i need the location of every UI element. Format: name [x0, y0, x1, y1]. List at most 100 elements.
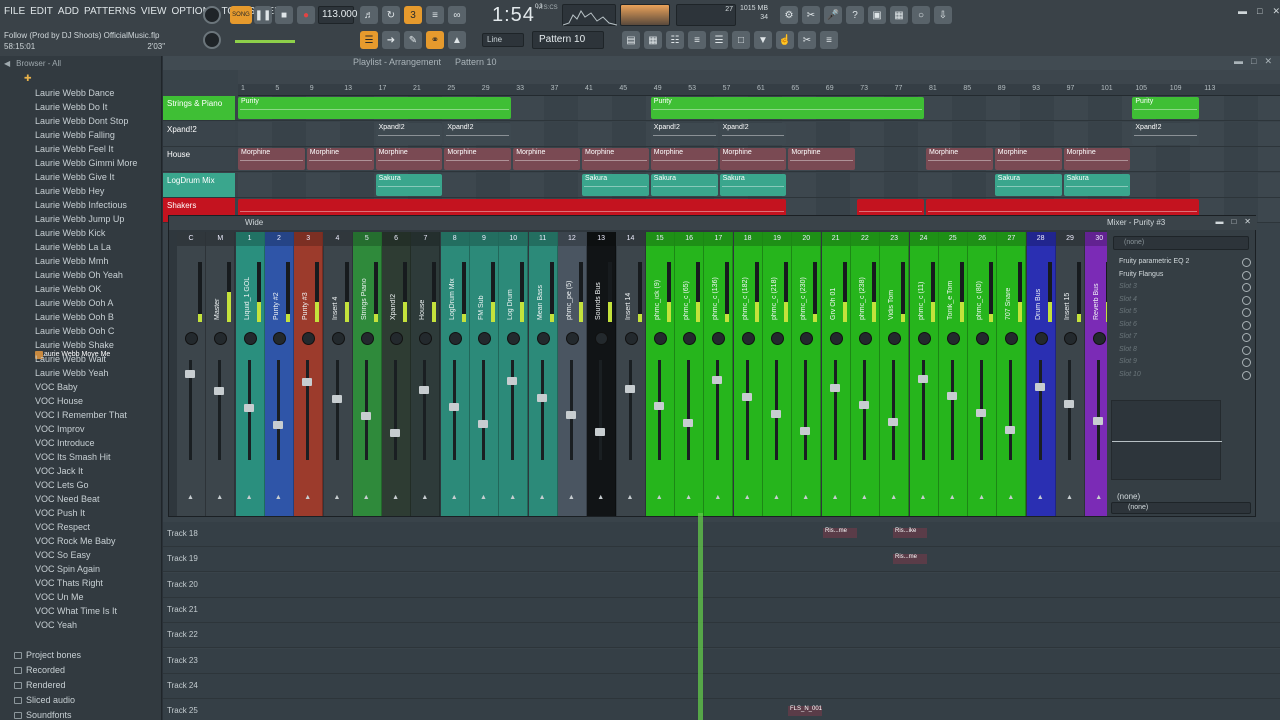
pan-knob[interactable]	[858, 332, 872, 345]
browser-item[interactable]: Laurie Webb Oh Yeah	[0, 268, 162, 282]
pan-knob[interactable]	[1005, 332, 1019, 345]
pan-knob[interactable]	[214, 332, 228, 345]
browser-item[interactable]: VOC Introduce	[0, 436, 162, 450]
route-arrow-icon[interactable]: ▲	[275, 494, 282, 501]
volume-fader[interactable]	[419, 386, 430, 394]
route-arrow-icon[interactable]: ▲	[1037, 494, 1044, 501]
volume-fader[interactable]	[771, 410, 781, 418]
volume-fader[interactable]	[536, 394, 547, 402]
browser-back-icon[interactable]: ◀	[4, 59, 10, 68]
browser-item[interactable]: VOC What Time Is It	[0, 604, 162, 618]
pattern-clip[interactable]: Xpand!2	[719, 122, 787, 145]
pattern-clip[interactable]: Sakura	[1063, 173, 1131, 196]
audio-clip[interactable]: Ris...me	[823, 528, 857, 538]
plugin-database-icon[interactable]: ▦	[890, 6, 908, 24]
route-arrow-icon[interactable]: ▲	[216, 494, 223, 501]
main-volume-knob[interactable]	[203, 6, 221, 24]
volume-fader[interactable]	[917, 375, 928, 383]
fx-slot[interactable]: Slot 10	[1107, 369, 1255, 382]
audio-clip[interactable]: Ris...ike	[893, 528, 927, 538]
track-label[interactable]: Track 24	[163, 681, 235, 690]
track-grid[interactable]: Morphine Morphine Morphine Morphine Morphine…	[238, 147, 1280, 171]
browser-item[interactable]: Laurie Webb Ooh A	[0, 296, 162, 310]
track-label[interactable]: Xpand!2	[163, 121, 235, 146]
route-arrow-icon[interactable]: ▲	[656, 494, 663, 501]
mixer-strip[interactable]: M Master ▲	[206, 232, 236, 516]
wait-input-icon[interactable]: ↻	[382, 6, 400, 24]
pattern-clip[interactable]: Morphine	[926, 148, 993, 170]
volume-fader[interactable]	[653, 402, 664, 410]
online-icon[interactable]: ⚙	[780, 6, 798, 24]
pattern-clip[interactable]: Sakura	[650, 173, 718, 196]
fx-slot[interactable]: Fruity Flangus	[1107, 269, 1255, 282]
output-select-2[interactable]: (none)	[1111, 502, 1251, 514]
browser-item[interactable]: Laurie Webb Yeah	[0, 366, 162, 380]
pattern-clip[interactable]: Morphine	[788, 148, 856, 170]
cut-tool-icon[interactable]: ✂	[798, 31, 816, 49]
pan-knob[interactable]	[536, 332, 550, 345]
browser-item[interactable]: Laurie Webb Jump Up	[0, 212, 162, 226]
piano-roll-icon[interactable]: ☷	[666, 31, 684, 49]
playhead[interactable]	[698, 513, 703, 720]
snap-select[interactable]: Line	[482, 33, 524, 47]
browser-item[interactable]: VOC Push It	[0, 506, 162, 520]
mixer-strip[interactable]: 3 Purity #3 ▲	[294, 232, 324, 516]
mixer-strip[interactable]: 29 Insert 15 ▲	[1056, 232, 1085, 516]
route-arrow-icon[interactable]: ▲	[978, 494, 985, 501]
playlist-track[interactable]: Track 20	[163, 572, 1280, 598]
volume-fader[interactable]	[712, 376, 723, 384]
output-select-1[interactable]: (none)	[1117, 492, 1140, 501]
volume-fader[interactable]	[360, 412, 371, 420]
main-pitch-knob[interactable]	[203, 31, 221, 49]
pattern-clip[interactable]: Xpand!2	[1132, 122, 1200, 145]
input-select[interactable]: (none)	[1113, 236, 1249, 250]
track-label[interactable]: Track 19	[163, 554, 235, 563]
mixer-strip[interactable]: 19 phmc_c (218) ▲	[763, 232, 792, 516]
playlist-track[interactable]: Track 19	[163, 547, 1280, 573]
route-arrow-icon[interactable]: ▲	[744, 494, 751, 501]
mixer-strip[interactable]: 17 phmc_c (136) ▲	[704, 232, 734, 516]
fx-slot[interactable]: Slot 3	[1107, 281, 1255, 294]
fx-slot[interactable]: Slot 4	[1107, 294, 1255, 307]
mixer-strip[interactable]: 6 Xpand!2 ▲	[382, 232, 412, 516]
pan-knob[interactable]	[771, 332, 784, 345]
browser-item[interactable]: Laurie Webb Dance	[0, 86, 162, 100]
volume-fader[interactable]	[858, 401, 869, 409]
menu-patterns[interactable]: PATTERNS	[84, 6, 136, 17]
route-arrow-icon[interactable]: ▲	[334, 494, 341, 501]
playlist-track[interactable]: Track 24	[163, 673, 1280, 699]
close-icon[interactable]: ✕	[1244, 217, 1251, 226]
pan-knob[interactable]	[565, 332, 579, 345]
maximize-icon[interactable]: □	[1257, 6, 1262, 17]
channel-rack-icon[interactable]: ▦	[644, 31, 662, 49]
route-arrow-icon[interactable]: ▲	[568, 494, 575, 501]
menu-add[interactable]: ADD	[58, 6, 79, 17]
pattern-clip[interactable]: Morphine	[375, 148, 443, 170]
chat-icon[interactable]: ○	[912, 6, 930, 24]
route-arrow-icon[interactable]: ▲	[421, 494, 428, 501]
browser-item[interactable]: Laurie Webb Dont Stop	[0, 114, 162, 128]
pan-knob[interactable]	[448, 332, 462, 345]
volume-fader[interactable]	[829, 384, 840, 392]
pan-knob[interactable]	[741, 332, 755, 345]
track-label[interactable]: Track 25	[163, 706, 235, 715]
maximize-icon[interactable]: □	[1231, 217, 1236, 226]
pan-knob[interactable]	[185, 332, 198, 345]
browser-item[interactable]: VOC Its Smash Hit	[0, 450, 162, 464]
browser-item[interactable]: VOC Thats Right	[0, 576, 162, 590]
pattern-clip[interactable]: Xpand!2	[650, 122, 718, 145]
pan-knob[interactable]	[976, 332, 990, 345]
volume-fader[interactable]	[243, 404, 254, 412]
route-arrow-icon[interactable]: ▲	[304, 494, 311, 501]
pan-knob[interactable]	[507, 332, 521, 345]
mixer-strip[interactable]: 8 LogDrum Mix ▲	[440, 232, 470, 516]
pattern-clip[interactable]: Purity	[238, 97, 512, 119]
browser-folder[interactable]: Soundfonts	[0, 708, 162, 720]
route-arrow-icon[interactable]: ▲	[832, 494, 839, 501]
browser-item[interactable]: VOC Rock Me Baby	[0, 534, 162, 548]
pan-knob[interactable]	[390, 332, 404, 345]
browser-item[interactable]: VOC Need Beat	[0, 492, 162, 506]
volume-fader[interactable]	[683, 419, 694, 427]
fx-slot[interactable]: Slot 7	[1107, 331, 1255, 344]
track-label[interactable]: LogDrum Mix	[163, 172, 235, 197]
